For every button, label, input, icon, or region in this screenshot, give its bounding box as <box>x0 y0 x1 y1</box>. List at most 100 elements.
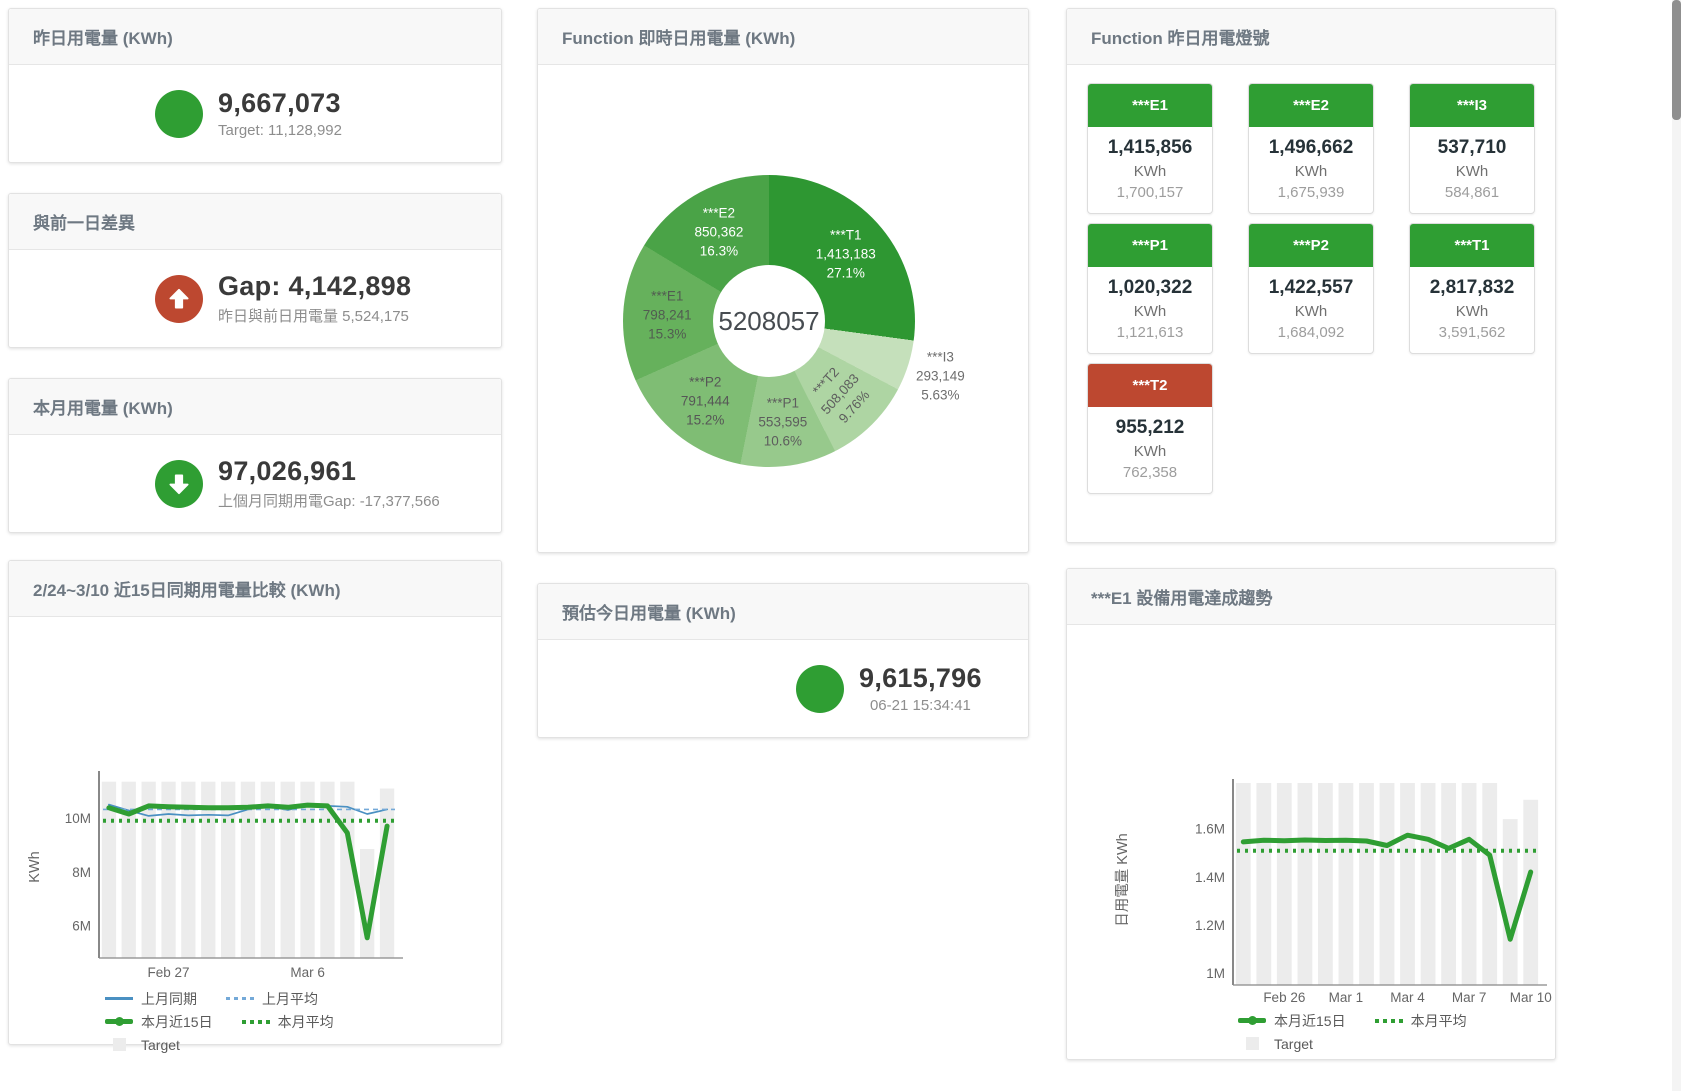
panel-title: 2/24~3/10 近15日同期用電量比較 (KWh) <box>33 576 341 601</box>
panel-15day-compare-chart: 2/24~3/10 近15日同期用電量比較 (KWh) 6M8M10MFeb 2… <box>8 560 502 1045</box>
lamp-tile-T2[interactable]: ***T2955,212KWh762,358 <box>1087 363 1213 494</box>
panel-title: Function 昨日用電燈號 <box>1091 24 1269 49</box>
lamp-tile-grid: ***E1 1,415,856 KWh 1,700,157 ***E2 1,496,662… <box>1067 65 1555 494</box>
stat-value: 97,026,961 <box>218 456 440 487</box>
tile-body: 1,422,557KWh1,684,092 <box>1249 267 1373 353</box>
donut-center: 5208057 <box>713 265 825 377</box>
trend-chart-legend: 本月近15日 本月平均 Target <box>1237 1010 1467 1054</box>
function-usage-donut-chart[interactable]: 5208057 ***T11,413,18327.1%***I3293,1495… <box>623 175 915 467</box>
tile-unit: KWh <box>1088 163 1212 180</box>
legend-square-icon <box>104 1038 134 1052</box>
legend-label: Target <box>1274 1036 1313 1052</box>
legend-dashed-line-icon <box>225 992 255 1006</box>
tile-unit: KWh <box>1249 303 1373 320</box>
legend-row: 上月同期 上月平均 <box>104 988 334 1009</box>
stat-value: Gap: 4,142,898 <box>218 271 411 302</box>
tile-body: 1,496,662KWh1,675,939 <box>1249 127 1373 213</box>
legend-item-dotted[interactable]: 本月平均 <box>241 1012 334 1032</box>
svg-text:6M: 6M <box>72 919 91 934</box>
svg-text:Feb 27: Feb 27 <box>148 965 190 980</box>
tile-target-value: 584,861 <box>1410 184 1534 201</box>
tile-body: 537,710KWh584,861 <box>1410 127 1534 213</box>
legend-label: 本月平均 <box>278 1012 334 1032</box>
legend-item-bar[interactable]: Target <box>104 1037 180 1053</box>
tile-target-value: 1,121,613 <box>1088 324 1212 341</box>
panel-header: Function 即時日用電量 (KWh) <box>538 9 1028 65</box>
panel-title: Function 即時日用電量 (KWh) <box>562 24 795 49</box>
legend-item-line[interactable]: 上月同期 <box>104 989 197 1009</box>
svg-text:Mar 6: Mar 6 <box>290 965 325 980</box>
svg-text:1.4M: 1.4M <box>1195 870 1225 885</box>
svg-text:Mar 7: Mar 7 <box>1452 990 1487 1005</box>
tile-unit: KWh <box>1088 443 1212 460</box>
donut-slice-label-P1: ***P1553,59510.6% <box>758 394 807 451</box>
lamp-tile-E1[interactable]: ***E1 1,415,856 KWh 1,700,157 <box>1087 83 1213 214</box>
tile-value: 537,710 <box>1410 137 1534 159</box>
tile-body: 1,020,322KWh1,121,613 <box>1088 267 1212 353</box>
tile-unit: KWh <box>1249 163 1373 180</box>
tile-label: ***T2 <box>1088 364 1212 407</box>
compare-chart-legend: 上月同期 上月平均本月近15日 本月平均 Target <box>104 988 334 1055</box>
stat-value: 9,667,073 <box>218 88 342 119</box>
legend-thick-line-icon <box>1237 1014 1267 1028</box>
tile-label: ***E1 <box>1088 84 1212 127</box>
legend-label: 上月同期 <box>141 989 197 1009</box>
legend-item-dashed[interactable]: 上月平均 <box>225 989 318 1009</box>
panel-header: Function 昨日用電燈號 <box>1067 9 1555 65</box>
tile-label: ***E2 <box>1249 84 1373 127</box>
legend-line-icon <box>104 992 134 1006</box>
legend-item-dotted[interactable]: 本月平均 <box>1374 1011 1467 1031</box>
stat-subtitle: 昨日與前日用電量 5,524,175 <box>218 305 411 326</box>
panel-header: ***E1 設備用電達成趨勢 <box>1067 569 1555 625</box>
tile-unit: KWh <box>1410 303 1534 320</box>
panel-title: 與前一日差異 <box>33 209 135 234</box>
donut-slice-label-P2: ***P2791,44415.2% <box>681 372 730 429</box>
tile-value: 955,212 <box>1088 417 1212 439</box>
svg-text:Mar 10: Mar 10 <box>1510 990 1552 1005</box>
panel-header: 2/24~3/10 近15日同期用電量比較 (KWh) <box>9 561 501 617</box>
legend-item-line-thick[interactable]: 本月近15日 <box>104 1012 213 1032</box>
panel-header: 預估今日用電量 (KWh) <box>538 584 1028 640</box>
panel-yesterday-lamp-status: Function 昨日用電燈號 ***E1 1,415,856 KWh 1,700,1… <box>1066 8 1556 543</box>
tile-label: ***I3 <box>1410 84 1534 127</box>
donut-center-total: 5208057 <box>718 306 819 337</box>
legend-item-bar[interactable]: Target <box>1237 1036 1313 1052</box>
legend-label: Target <box>141 1037 180 1053</box>
panel-realtime-donut: Function 即時日用電量 (KWh) 5208057 ***T11,413… <box>537 8 1029 553</box>
legend-thick-line-icon <box>104 1015 134 1029</box>
donut-slice-label-E1: ***E1798,24115.3% <box>643 286 692 343</box>
stat-subtitle: Target: 11,128,992 <box>218 122 342 139</box>
svg-text:Mar 1: Mar 1 <box>1329 990 1364 1005</box>
legend-item-line-thick[interactable]: 本月近15日 <box>1237 1011 1346 1031</box>
legend-square-icon <box>1237 1037 1267 1051</box>
svg-text:1.6M: 1.6M <box>1195 822 1225 837</box>
scrollbar-track[interactable] <box>1672 0 1681 1091</box>
lamp-tile-P1[interactable]: ***P11,020,322KWh1,121,613 <box>1087 223 1213 354</box>
svg-text:1M: 1M <box>1206 966 1225 981</box>
svg-text:KWh: KWh <box>27 851 43 882</box>
lamp-tile-E2[interactable]: ***E21,496,662KWh1,675,939 <box>1248 83 1374 214</box>
tile-body: 955,212KWh762,358 <box>1088 407 1212 493</box>
stat-timestamp: 06-21 15:34:41 <box>859 697 982 714</box>
lamp-tile-P2[interactable]: ***P21,422,557KWh1,684,092 <box>1248 223 1374 354</box>
panel-header: 本月用電量 (KWh) <box>9 379 501 435</box>
lamp-tile-I3[interactable]: ***I3537,710KWh584,861 <box>1409 83 1535 214</box>
tile-value: 1,496,662 <box>1249 137 1373 159</box>
svg-text:1.2M: 1.2M <box>1195 918 1225 933</box>
e1-trend-line-chart[interactable]: 1M1.2M1.4M1.6MFeb 26Mar 1Mar 4Mar 7Mar 1… <box>1067 625 1555 1009</box>
status-circle-red <box>155 275 203 323</box>
legend-label: 本月近15日 <box>141 1012 213 1032</box>
scrollbar-thumb[interactable] <box>1672 0 1681 120</box>
svg-text:日用電量 KWh: 日用電量 KWh <box>1115 833 1131 926</box>
lamp-tile-T1[interactable]: ***T12,817,832KWh3,591,562 <box>1409 223 1535 354</box>
compare-line-chart[interactable]: 6M8M10MFeb 27Mar 6KWh <box>9 617 501 989</box>
legend-row: 本月近15日 本月平均 <box>1237 1010 1467 1031</box>
legend-label: 上月平均 <box>262 989 318 1009</box>
panel-title: 預估今日用電量 (KWh) <box>562 599 736 624</box>
panel-today-estimate: 預估今日用電量 (KWh) 9,615,796 06-21 15:34:41 <box>537 583 1029 738</box>
tile-value: 1,415,856 <box>1088 137 1212 159</box>
panel-yesterday-usage: 昨日用電量 (KWh) 9,667,073 Target: 11,128,992 <box>8 8 502 163</box>
donut-slice-label-T2: ***T2508,0839.76% <box>803 357 878 431</box>
tile-target-value: 1,700,157 <box>1088 184 1212 201</box>
legend-label: 本月平均 <box>1411 1011 1467 1031</box>
